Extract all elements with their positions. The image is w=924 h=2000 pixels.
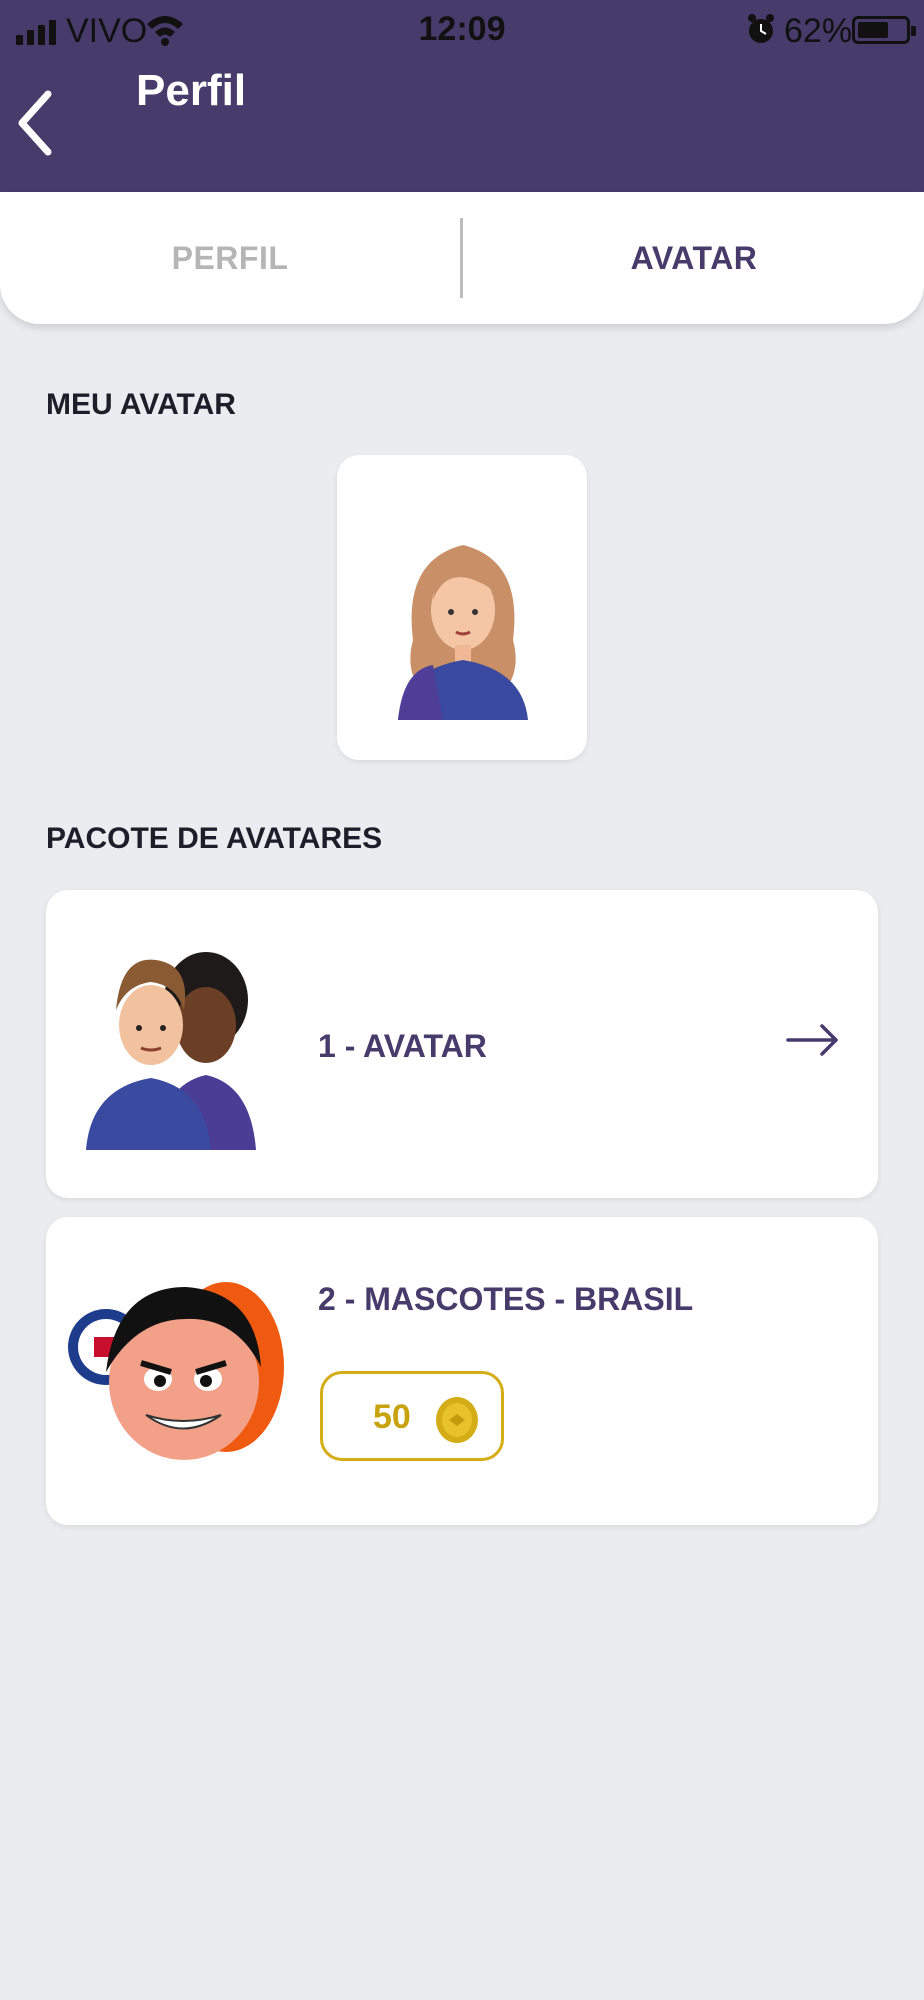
page-title: Perfil [136,66,247,115]
avatar-image [398,545,528,720]
arrow-right-icon[interactable] [786,1020,840,1060]
tab-perfil[interactable]: PERFIL [0,192,460,324]
pack-avatar-image [86,952,256,1150]
current-avatar-card[interactable] [337,455,587,760]
pack-mascotes-image [68,1282,284,1460]
tab-bar: PERFIL AVATAR [0,192,924,324]
pack-card-mascotes[interactable]: 2 - MASCOTES - BRASIL 50 [46,1217,878,1525]
avatar-pack-heading: PACOTE DE AVATARES [46,822,383,855]
alarm-icon [746,12,776,51]
back-button[interactable] [14,88,58,158]
app-header: VIVO 12:09 62% Perfil [0,0,924,192]
price-value: 50 [373,1398,411,1436]
tab-avatar[interactable]: AVATAR [464,192,924,324]
status-bar: VIVO 12:09 62% [0,0,924,60]
coin-icon [436,1397,478,1443]
pack-card-avatar[interactable]: 1 - AVATAR [46,890,878,1198]
my-avatar-heading: MEU AVATAR [46,388,236,421]
battery-percent: 62% [784,12,853,50]
chevron-left-icon [18,90,52,156]
battery-icon [852,16,916,44]
pack-label: 2 - MASCOTES - BRASIL [318,1281,694,1317]
price-badge[interactable]: 50 [320,1371,504,1461]
tab-divider [460,218,463,298]
pack-label: 1 - AVATAR [318,1028,487,1064]
